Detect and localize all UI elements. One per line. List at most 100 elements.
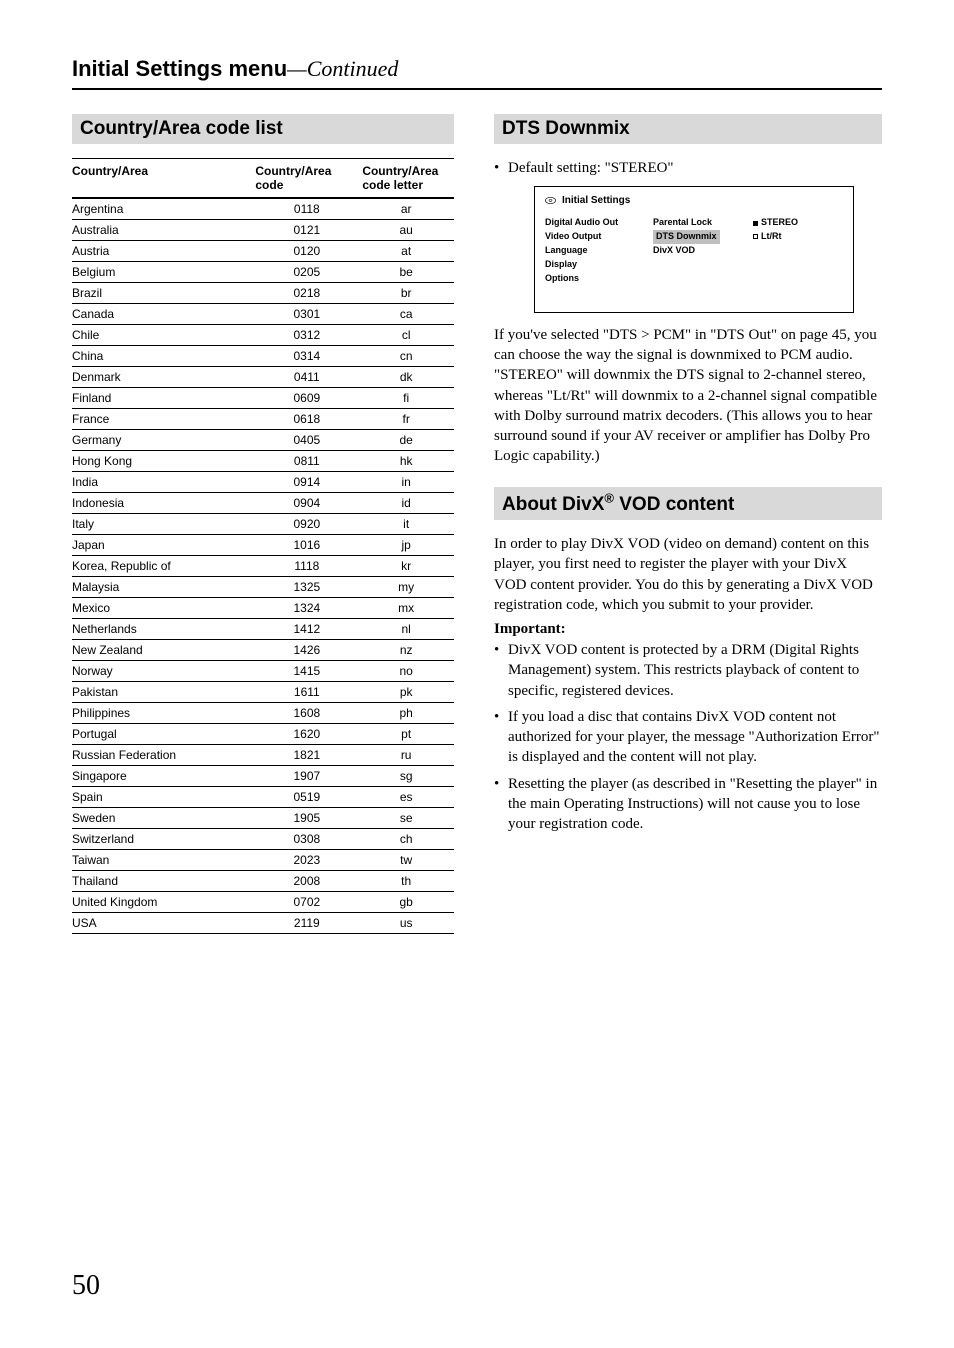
cell-code: 1907	[255, 766, 362, 787]
cell-code: 0702	[255, 892, 362, 913]
table-row: Denmark0411dk	[72, 367, 454, 388]
disc-icon	[545, 195, 556, 206]
settings-nav-item[interactable]: Display	[545, 258, 639, 272]
cell-code: 1325	[255, 577, 362, 598]
table-row: Pakistan1611pk	[72, 682, 454, 703]
cell-code: 0205	[255, 262, 362, 283]
table-row: India0914in	[72, 472, 454, 493]
table-row: France0618fr	[72, 409, 454, 430]
cell-letter: be	[362, 262, 454, 283]
cell-code: 0314	[255, 346, 362, 367]
page-header: Initial Settings menu—Continued	[72, 56, 882, 90]
table-row: New Zealand1426nz	[72, 640, 454, 661]
page-continued: —Continued	[287, 56, 398, 81]
table-row: Russian Federation1821ru	[72, 745, 454, 766]
cell-code: 0519	[255, 787, 362, 808]
settings-nav-item[interactable]: Digital Audio Out	[545, 216, 639, 230]
cell-letter: no	[362, 661, 454, 682]
cell-name: Russian Federation	[72, 745, 255, 766]
cell-name: Philippines	[72, 703, 255, 724]
section-bar-divx: About DivX® VOD content	[494, 487, 882, 520]
cell-letter: tw	[362, 850, 454, 871]
table-row: Argentina0118ar	[72, 198, 454, 220]
cell-code: 1415	[255, 661, 362, 682]
settings-submenu-col: Parental LockDTS DownmixDivX VOD	[653, 216, 739, 286]
cell-letter: ar	[362, 198, 454, 220]
settings-submenu-item[interactable]: DTS Downmix	[653, 230, 739, 244]
cell-letter: my	[362, 577, 454, 598]
cell-name: Sweden	[72, 808, 255, 829]
settings-submenu-item[interactable]: DivX VOD	[653, 244, 739, 258]
option-marker-icon	[753, 234, 758, 239]
cell-code: 0308	[255, 829, 362, 850]
cell-letter: ru	[362, 745, 454, 766]
settings-nav-item[interactable]: Video Output	[545, 230, 639, 244]
cell-code: 0811	[255, 451, 362, 472]
table-row: China0314cn	[72, 346, 454, 367]
cell-name: Pakistan	[72, 682, 255, 703]
divx-intro: In order to play DivX VOD (video on dema…	[494, 534, 882, 615]
section-title-country: Country/Area code list	[80, 118, 283, 139]
table-row: Malaysia1325my	[72, 577, 454, 598]
cell-name: Spain	[72, 787, 255, 808]
table-row: Netherlands1412nl	[72, 619, 454, 640]
cell-name: Germany	[72, 430, 255, 451]
table-row: USA2119us	[72, 913, 454, 934]
cell-name: Brazil	[72, 283, 255, 304]
cell-letter: ca	[362, 304, 454, 325]
cell-code: 0618	[255, 409, 362, 430]
cell-letter: pt	[362, 724, 454, 745]
cell-name: United Kingdom	[72, 892, 255, 913]
cell-code: 1608	[255, 703, 362, 724]
cell-letter: ph	[362, 703, 454, 724]
cell-code: 0312	[255, 325, 362, 346]
cell-code: 1905	[255, 808, 362, 829]
settings-submenu-item[interactable]: Parental Lock	[653, 216, 739, 230]
cell-letter: fr	[362, 409, 454, 430]
settings-nav-item[interactable]: Options	[545, 272, 639, 286]
settings-option-item[interactable]: STEREO	[753, 216, 823, 230]
table-row: United Kingdom0702gb	[72, 892, 454, 913]
cell-letter: jp	[362, 535, 454, 556]
cell-letter: br	[362, 283, 454, 304]
cell-code: 1821	[255, 745, 362, 766]
cell-name: New Zealand	[72, 640, 255, 661]
cell-code: 0904	[255, 493, 362, 514]
cell-letter: kr	[362, 556, 454, 577]
cell-name: Indonesia	[72, 493, 255, 514]
cell-name: Malaysia	[72, 577, 255, 598]
table-row: Belgium0205be	[72, 262, 454, 283]
cell-name: Mexico	[72, 598, 255, 619]
settings-nav-item[interactable]: Language	[545, 244, 639, 258]
divx-title-prefix: About DivX	[502, 494, 604, 515]
table-row: Japan1016jp	[72, 535, 454, 556]
cell-letter: cn	[362, 346, 454, 367]
important-label: Important:	[494, 621, 882, 638]
cell-code: 2119	[255, 913, 362, 934]
cell-code: 2023	[255, 850, 362, 871]
cell-name: Chile	[72, 325, 255, 346]
cell-code: 1611	[255, 682, 362, 703]
cell-code: 0920	[255, 514, 362, 535]
settings-options-col: STEREOLt/Rt	[753, 216, 823, 286]
settings-option-item[interactable]: Lt/Rt	[753, 230, 823, 244]
page-number: 50	[72, 1270, 100, 1302]
cell-letter: gb	[362, 892, 454, 913]
cell-code: 0121	[255, 220, 362, 241]
section-title-dts: DTS Downmix	[502, 118, 630, 139]
cell-name: India	[72, 472, 255, 493]
divx-title-suffix: VOD content	[614, 494, 734, 515]
cell-name: Thailand	[72, 871, 255, 892]
cell-code: 0218	[255, 283, 362, 304]
cell-letter: at	[362, 241, 454, 262]
table-row: Germany0405de	[72, 430, 454, 451]
table-row: Switzerland0308ch	[72, 829, 454, 850]
table-row: Brazil0218br	[72, 283, 454, 304]
cell-code: 0120	[255, 241, 362, 262]
cell-name: Portugal	[72, 724, 255, 745]
cell-code: 1118	[255, 556, 362, 577]
table-row: Indonesia0904id	[72, 493, 454, 514]
cell-code: 0118	[255, 198, 362, 220]
cell-name: Norway	[72, 661, 255, 682]
cell-code: 2008	[255, 871, 362, 892]
